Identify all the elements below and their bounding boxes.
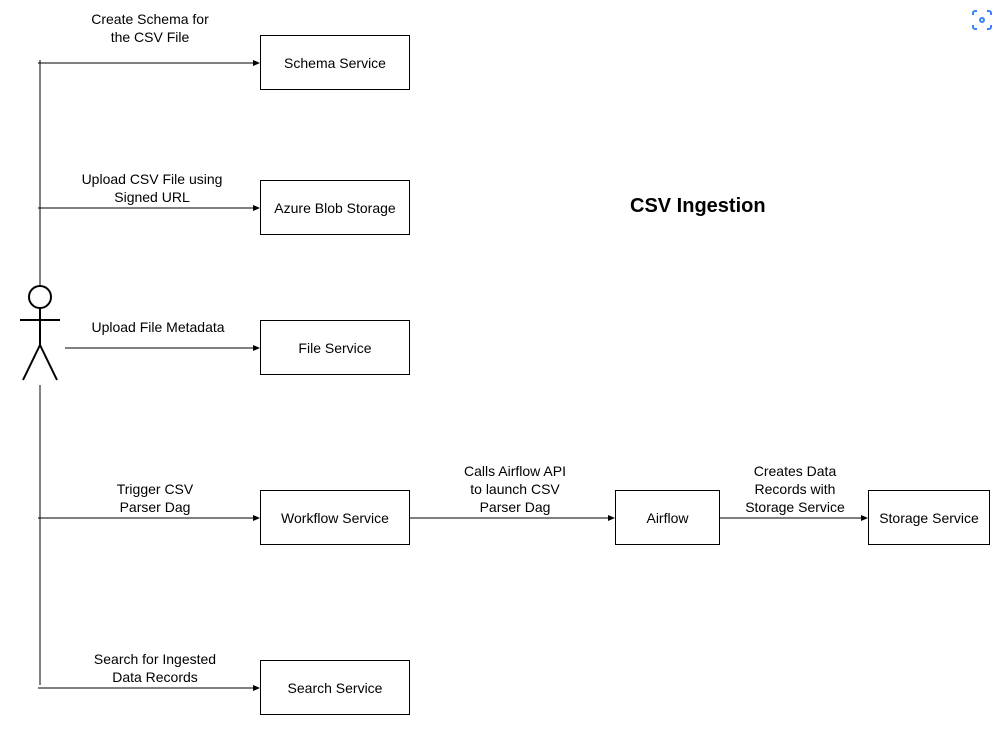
label-text: Parser Dag: [120, 499, 191, 515]
label-text: to launch CSV: [470, 481, 560, 497]
arrow-to-file: [65, 345, 260, 355]
arrow-to-workflow: [38, 515, 260, 525]
actor-vertical-line: [38, 60, 42, 685]
box-search-service: Search Service: [260, 660, 410, 715]
scan-icon[interactable]: [970, 8, 994, 32]
label-trigger-csv: Trigger CSV Parser Dag: [105, 480, 205, 516]
box-file-service: File Service: [260, 320, 410, 375]
label-text: the CSV File: [111, 29, 190, 45]
box-workflow-service: Workflow Service: [260, 490, 410, 545]
label-text: Parser Dag: [480, 499, 551, 515]
label-text: Creates Data: [754, 463, 836, 479]
diagram-title: CSV Ingestion: [630, 195, 766, 218]
label-text: Records with: [755, 481, 836, 497]
label-search: Search for Ingested Data Records: [80, 650, 230, 686]
label-text: Storage Service: [745, 499, 845, 515]
box-airflow: Airflow: [615, 490, 720, 545]
box-azure-blob: Azure Blob Storage: [260, 180, 410, 235]
arrow-to-schema: [38, 60, 260, 70]
label-text: Trigger CSV: [117, 481, 194, 497]
box-storage-service: Storage Service: [868, 490, 990, 545]
label-text: Signed URL: [114, 189, 190, 205]
label-upload-csv: Upload CSV File using Signed URL: [72, 170, 232, 206]
arrow-to-azure: [38, 205, 260, 215]
label-creates-data: Creates Data Records with Storage Servic…: [735, 462, 855, 517]
label-text: Create Schema for: [91, 11, 209, 27]
label-text: Calls Airflow API: [464, 463, 566, 479]
label-text: Data Records: [112, 669, 198, 685]
box-schema-service: Schema Service: [260, 35, 410, 90]
label-text: Search for Ingested: [94, 651, 216, 667]
arrow-to-search: [38, 685, 260, 695]
label-create-schema: Create Schema for the CSV File: [80, 10, 220, 46]
label-upload-metadata: Upload File Metadata: [78, 318, 238, 336]
label-airflow-api: Calls Airflow API to launch CSV Parser D…: [450, 462, 580, 517]
label-text: Upload CSV File using: [82, 171, 223, 187]
